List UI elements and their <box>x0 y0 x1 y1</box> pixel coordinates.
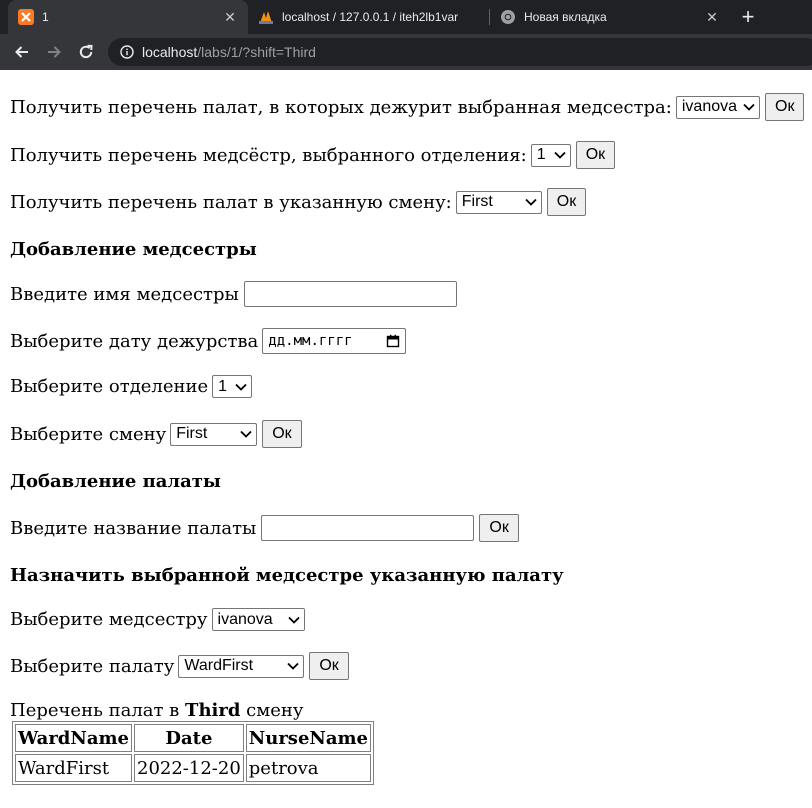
tab-phpmyadmin[interactable]: localhost / 127.0.0.1 / iteh2lb1var <box>248 0 488 34</box>
tab-title: 1 <box>42 10 49 24</box>
nurse-name-input[interactable] <box>243 281 457 307</box>
column-header: WardName <box>15 724 132 752</box>
nurse-wards-form: Получить перечень палат, в которых дежур… <box>10 93 805 121</box>
ward-name-label: Введите название палаты <box>10 517 257 539</box>
table-cell: WardFirst <box>15 754 132 782</box>
tab-1[interactable]: 1 ✕ <box>8 0 248 34</box>
forward-icon[interactable] <box>42 40 66 64</box>
nurse-wards-label: Получить перечень палат, в которых дежур… <box>10 96 672 118</box>
chevron-down-icon <box>287 662 299 670</box>
assign-ward-select[interactable]: WardFirst <box>178 654 305 678</box>
url-host: localhost <box>142 44 198 60</box>
add-ward-ok-button[interactable]: Ок <box>479 514 519 542</box>
chrome-icon <box>500 9 516 25</box>
chevron-down-icon <box>525 198 537 206</box>
shift-row: Выберите смену First Ок <box>10 420 802 448</box>
tab-strip: 1 ✕ localhost / 127.0.0.1 / iteh2lb1var … <box>0 0 812 34</box>
tab-title: localhost / 127.0.0.1 / iteh2lb1var <box>282 10 459 24</box>
ward-name-row: Введите название палаты Ок <box>10 514 802 542</box>
result-caption: Перечень палат в Third смену <box>10 700 304 721</box>
new-nurse-department-select[interactable]: 1 <box>212 375 253 398</box>
shift-select[interactable]: First <box>455 190 542 214</box>
table-cell: petrova <box>245 754 372 782</box>
assign-nurse-select[interactable]: ivanova <box>211 608 305 631</box>
dept-nurses-label: Получить перечень медсёстр, выбранного о… <box>10 144 527 166</box>
assign-ward-label: Выберите палату <box>10 655 175 677</box>
address-bar[interactable]: localhost/labs/1/?shift=Third <box>108 38 812 66</box>
ward-name-input[interactable] <box>261 515 475 541</box>
nurse-name-row: Введите имя медсестры <box>10 281 802 307</box>
browser-toolbar: localhost/labs/1/?shift=Third <box>0 34 812 70</box>
duty-date-input[interactable]: дд.мм.гггг <box>262 328 407 354</box>
assign-nurse-label: Выберите медсестру <box>10 609 208 630</box>
department-select[interactable]: 1 <box>530 143 571 167</box>
shift-label: Выберите смену <box>10 423 167 445</box>
table-header-row: WardName Date NurseName <box>15 724 372 752</box>
shift-wards-form: Получить перечень палат в указанную смен… <box>10 188 802 216</box>
assign-heading: Назначить выбранной медсестре указанную … <box>10 565 564 586</box>
tab-new[interactable]: Новая вкладка ✕ <box>490 0 730 34</box>
duty-date-row: Выберите дату дежурства дд.мм.гггг <box>10 328 802 354</box>
url-path: /labs/1/?shift=Third <box>197 44 316 60</box>
assign-ok-button[interactable]: Ок <box>309 652 349 680</box>
tab-title: Новая вкладка <box>524 10 607 24</box>
dept-nurses-ok-button[interactable]: Ок <box>575 141 616 169</box>
shift-wards-ok-button[interactable]: Ок <box>546 188 587 216</box>
nurse-name-label: Введите имя медсестры <box>10 283 239 305</box>
chevron-down-icon <box>235 383 247 391</box>
nurse-select[interactable]: ivanova <box>675 95 761 119</box>
chevron-down-icon <box>554 151 566 159</box>
calendar-icon[interactable] <box>386 334 400 348</box>
close-tab-icon[interactable]: ✕ <box>222 9 238 26</box>
add-nurse-ok-button[interactable]: Ок <box>262 420 302 448</box>
page-content: Получить перечень палат, в которых дежур… <box>0 93 812 785</box>
column-header: Date <box>134 724 244 752</box>
column-header: NurseName <box>245 724 372 752</box>
add-nurse-heading: Добавление медсестры <box>10 239 257 260</box>
back-icon[interactable] <box>10 40 34 64</box>
shift-wards-label: Получить перечень палат в указанную смен… <box>10 191 452 213</box>
result-shift-name: Third <box>185 700 241 721</box>
xampp-icon <box>18 9 34 25</box>
dept-nurses-form: Получить перечень медсёстр, выбранного о… <box>10 141 802 169</box>
assign-nurse-row: Выберите медсестру ivanova <box>10 608 802 631</box>
chevron-down-icon <box>287 616 300 624</box>
phpmyadmin-icon <box>258 9 274 25</box>
nurse-wards-ok-button[interactable]: Ок <box>765 93 805 121</box>
new-tab-button[interactable]: + <box>736 0 760 34</box>
reload-icon[interactable] <box>74 40 98 64</box>
new-nurse-shift-select[interactable]: First <box>170 422 258 446</box>
table-cell: 2022-12-20 <box>134 754 244 782</box>
department-row: Выберите отделение 1 <box>10 375 802 398</box>
table-row: WardFirst 2022-12-20 petrova <box>15 754 372 782</box>
chevron-down-icon <box>743 103 755 111</box>
duty-date-label: Выберите дату дежурства <box>10 330 259 352</box>
close-tab-icon[interactable]: ✕ <box>704 9 720 26</box>
assign-ward-row: Выберите палату WardFirst Ок <box>10 652 802 680</box>
department-label: Выберите отделение <box>10 376 209 397</box>
chevron-down-icon <box>240 430 252 438</box>
result-table: WardName Date NurseName WardFirst 2022-1… <box>12 721 375 785</box>
add-ward-heading: Добавление палаты <box>10 471 221 492</box>
site-info-icon[interactable] <box>120 45 134 59</box>
